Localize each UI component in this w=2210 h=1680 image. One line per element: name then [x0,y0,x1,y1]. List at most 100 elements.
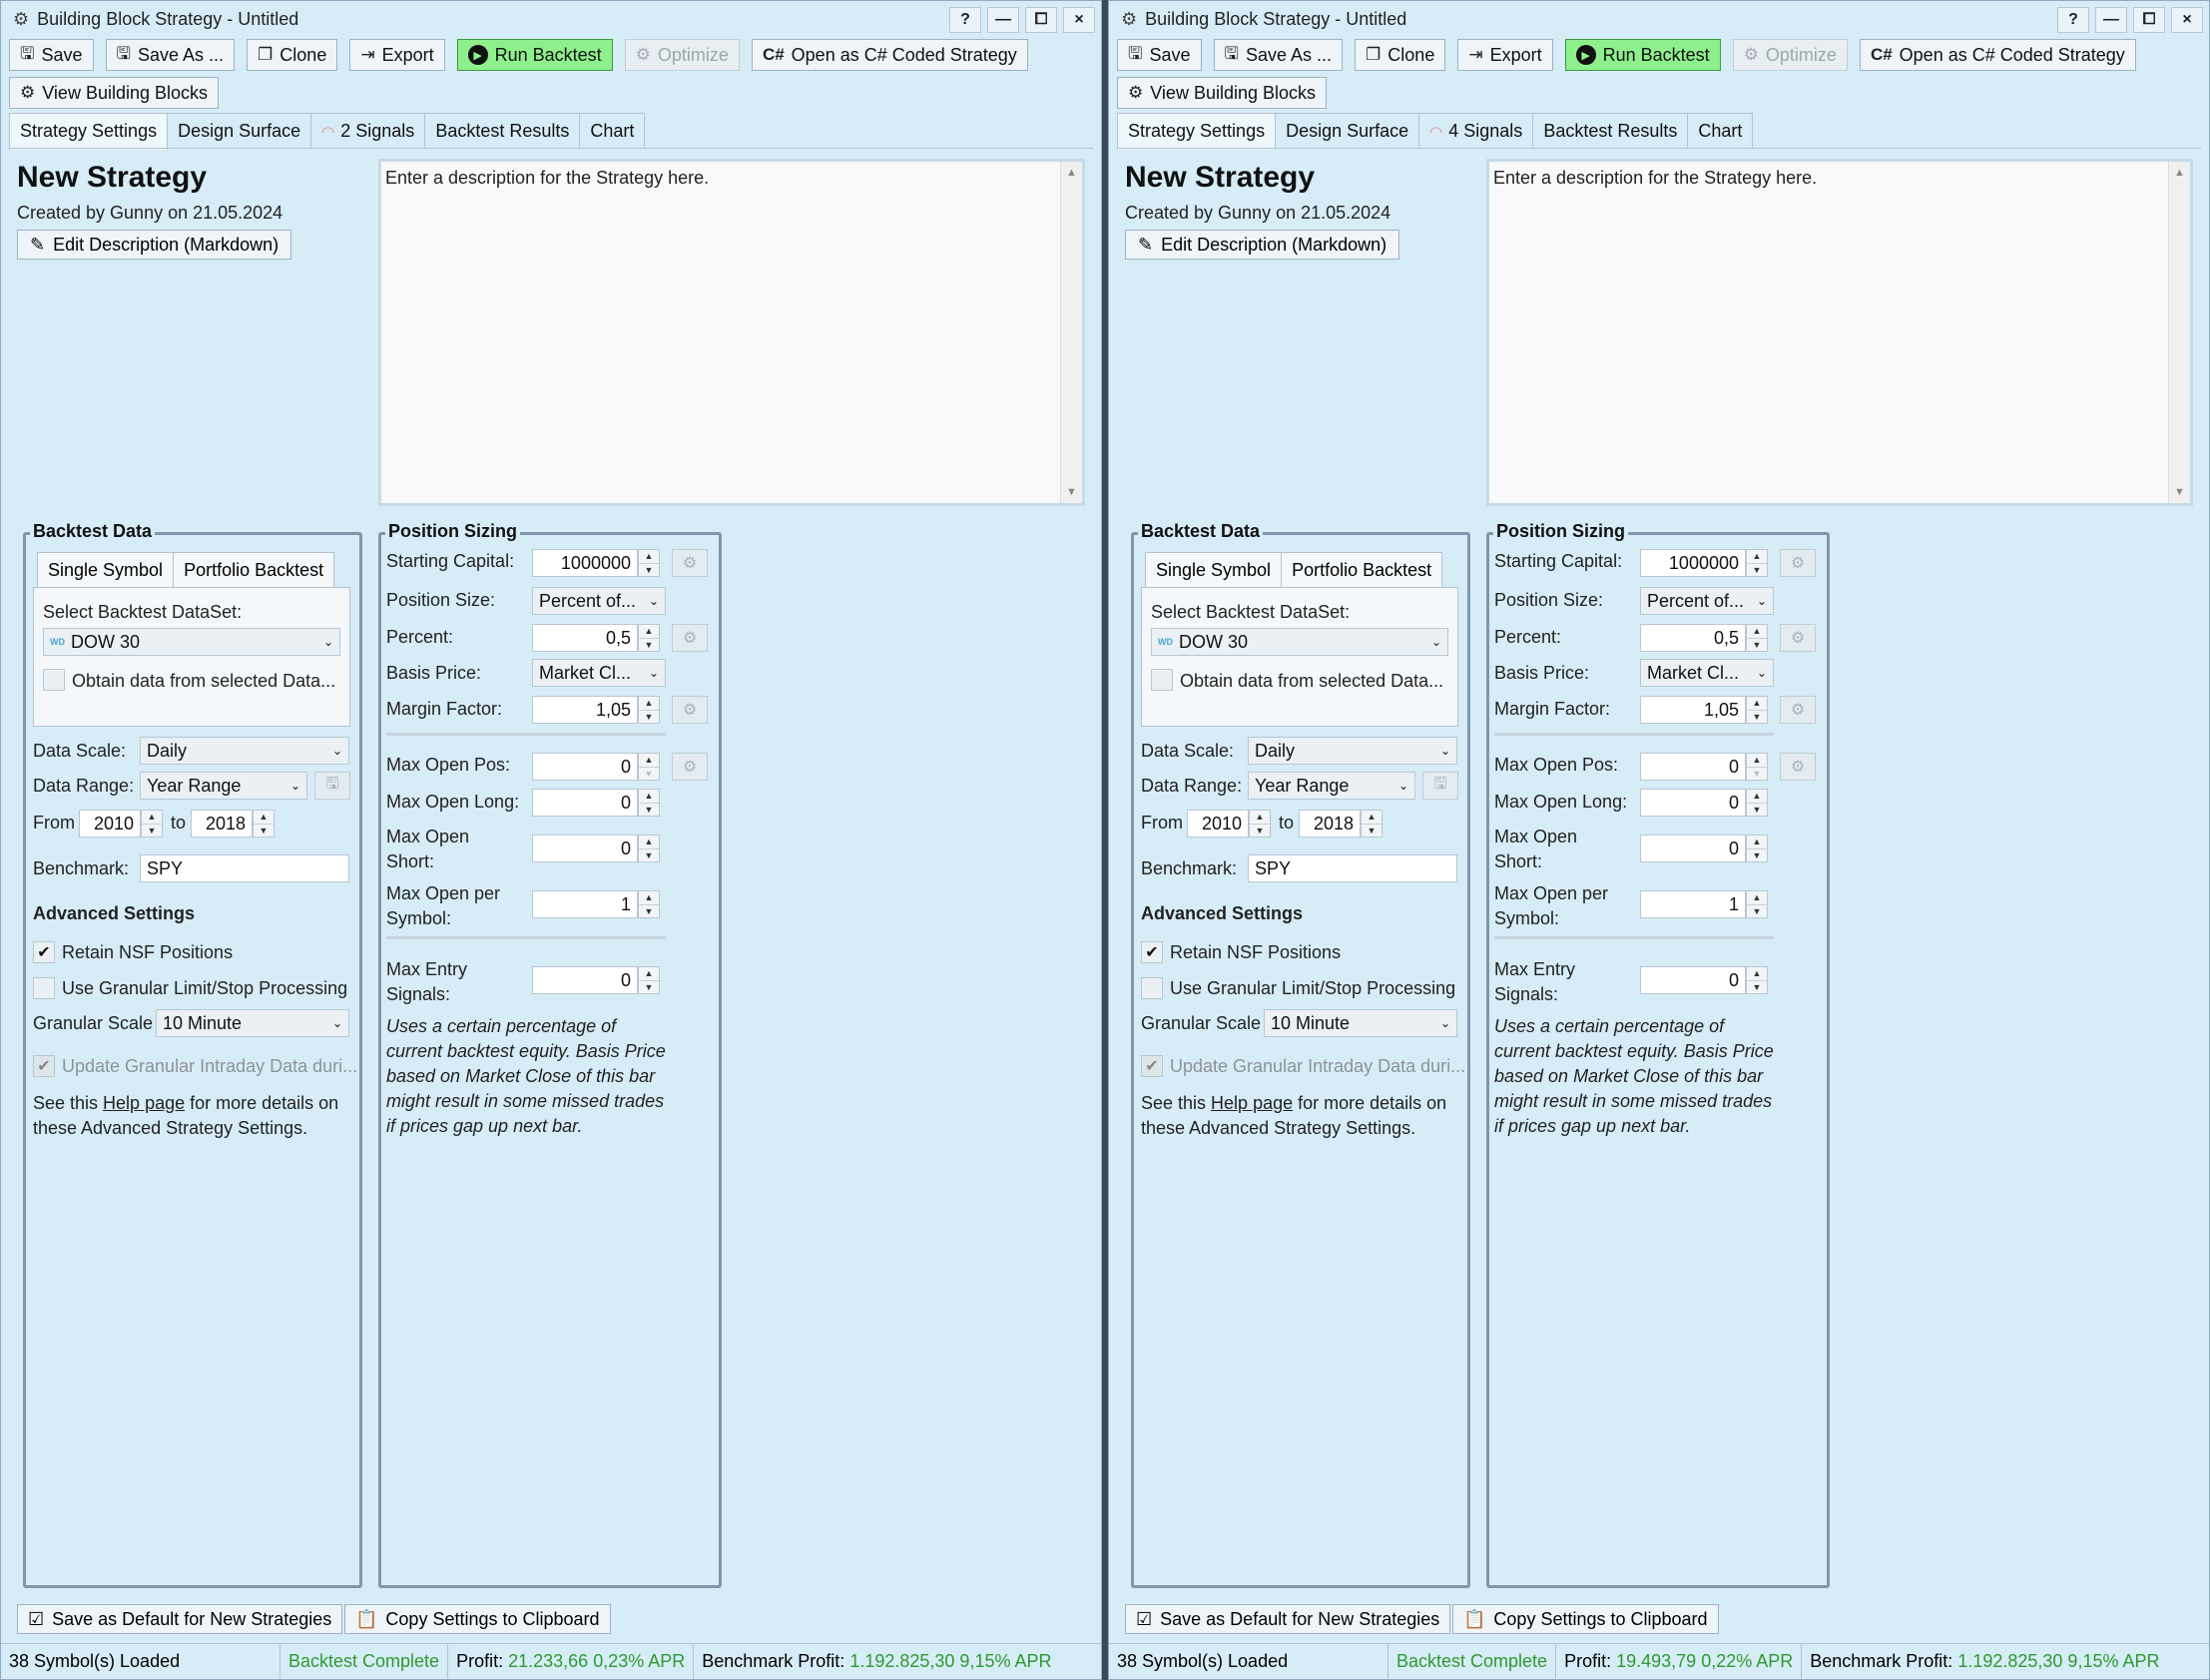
down-arrow-icon[interactable]: ▼ [1747,766,1767,781]
optimize-starting-capital-button[interactable]: ⚙ [1780,549,1816,577]
up-arrow-icon[interactable]: ▲ [1250,811,1270,824]
from-year-stepper[interactable]: ▲ ▼ [141,810,163,838]
max-open-pos-input[interactable]: 0 [1640,753,1746,781]
description-scrollbar[interactable]: ▲ ▼ [1060,162,1082,503]
max-open-long-stepper[interactable]: ▲ ▼ [1746,789,1768,817]
down-arrow-icon[interactable]: ▼ [1747,802,1767,817]
tab-chart[interactable]: Chart [579,113,646,149]
tab-signals[interactable]: ◠ 4 Signals [1418,113,1534,149]
max-open-long-input[interactable]: 0 [1640,789,1746,817]
down-arrow-icon[interactable]: ▼ [1747,709,1767,724]
up-arrow-icon[interactable]: ▲ [142,811,162,824]
benchmark-input[interactable]: SPY [1248,854,1457,882]
max-open-short-stepper[interactable]: ▲ ▼ [1746,835,1768,862]
max-open-pos-stepper[interactable]: ▲ ▼ [638,753,660,781]
up-arrow-icon[interactable]: ▲ [639,550,659,563]
down-arrow-icon[interactable]: ▼ [639,709,659,724]
maximize-button[interactable]: ⧠ [2133,7,2165,33]
percent-input[interactable]: 0,5 [532,624,638,652]
max-open-per-symbol-stepper[interactable]: ▲ ▼ [638,890,660,918]
data-range-select[interactable]: Year Range ⌄ [1248,772,1415,800]
up-arrow-icon[interactable]: ▲ [639,790,659,803]
max-open-per-symbol-input[interactable]: 1 [1640,890,1746,918]
down-arrow-icon[interactable]: ▼ [1747,562,1767,577]
view-building-blocks-button[interactable]: ⚙ View Building Blocks [9,77,220,109]
up-arrow-icon[interactable]: ▲ [1747,754,1767,767]
tab-portfolio-backtest[interactable]: Portfolio Backtest [173,552,335,588]
obtain-data-checkbox[interactable] [43,669,65,691]
title-bar[interactable]: ⚙ Building Block Strategy - Untitled ? —… [1,1,1101,37]
retain-nsf-checkbox[interactable]: ✔ [33,941,55,963]
clone-button[interactable]: ❐ Clone [1355,39,1446,71]
max-open-pos-input[interactable]: 0 [532,753,638,781]
optimize-max-open-pos-button[interactable]: ⚙ [1780,753,1816,781]
obtain-data-checkbox[interactable] [1151,669,1173,691]
down-arrow-icon[interactable]: ▼ [254,823,274,838]
up-arrow-icon[interactable]: ▲ [254,811,274,824]
down-arrow-icon[interactable]: ▼ [639,802,659,817]
save-as-button[interactable]: 🖫 Save As ... [105,39,236,71]
position-size-select[interactable]: Percent of... ⌄ [1640,587,1774,615]
optimize-button[interactable]: ⚙ Optimize [624,39,740,71]
granular-processing-checkbox[interactable] [1141,977,1163,999]
to-year-input[interactable]: 2018 [191,810,253,838]
up-arrow-icon[interactable]: ▲ [1362,811,1381,824]
tab-strategy-settings[interactable]: Strategy Settings [1117,113,1277,150]
max-open-short-stepper[interactable]: ▲ ▼ [638,835,660,862]
scroll-up-icon[interactable]: ▲ [2169,162,2190,184]
from-year-input[interactable]: 2010 [79,810,141,838]
scroll-down-icon[interactable]: ▼ [1061,481,1082,503]
down-arrow-icon[interactable]: ▼ [1747,637,1767,652]
up-arrow-icon[interactable]: ▲ [1747,836,1767,848]
up-arrow-icon[interactable]: ▲ [1747,625,1767,638]
copy-settings-button[interactable]: 📋 Copy Settings to Clipboard [344,1604,611,1634]
optimize-percent-button[interactable]: ⚙ [1780,624,1816,652]
optimize-margin-factor-button[interactable]: ⚙ [672,696,708,724]
optimize-max-open-pos-button[interactable]: ⚙ [672,753,708,781]
max-open-short-input[interactable]: 0 [1640,835,1746,862]
copy-settings-button[interactable]: 📋 Copy Settings to Clipboard [1452,1604,1719,1634]
export-button[interactable]: ⇥ Export [1457,39,1553,71]
up-arrow-icon[interactable]: ▲ [639,625,659,638]
up-arrow-icon[interactable]: ▲ [639,697,659,710]
from-year-input[interactable]: 2010 [1187,810,1249,838]
dataset-select[interactable]: WD DOW 30 ⌄ [1151,628,1448,656]
down-arrow-icon[interactable]: ▼ [639,903,659,918]
help-page-link[interactable]: Help page [103,1093,185,1113]
run-backtest-button[interactable]: ▶ Run Backtest [1564,39,1721,71]
close-button[interactable]: × [2171,7,2203,33]
starting-capital-input[interactable]: 1000000 [1640,549,1746,577]
save-range-button[interactable]: 🖫 [1422,772,1458,800]
max-open-per-symbol-stepper[interactable]: ▲ ▼ [1746,890,1768,918]
max-open-short-input[interactable]: 0 [532,835,638,862]
maximize-button[interactable]: ⧠ [1025,7,1057,33]
help-page-link[interactable]: Help page [1211,1093,1293,1113]
tab-backtest-results[interactable]: Backtest Results [424,113,581,149]
dataset-select[interactable]: WD DOW 30 ⌄ [43,628,340,656]
max-entry-signals-input[interactable]: 0 [1640,966,1746,994]
scroll-down-icon[interactable]: ▼ [2169,481,2190,503]
tab-design-surface[interactable]: Design Surface [1275,113,1420,149]
minimize-button[interactable]: — [987,7,1019,33]
up-arrow-icon[interactable]: ▲ [1747,697,1767,710]
down-arrow-icon[interactable]: ▼ [142,823,162,838]
granular-scale-select[interactable]: 10 Minute ⌄ [1264,1009,1457,1037]
tab-single-symbol[interactable]: Single Symbol [37,552,175,588]
down-arrow-icon[interactable]: ▼ [1747,903,1767,918]
edit-description-button[interactable]: ✎ Edit Description (Markdown) [17,230,292,260]
starting-capital-stepper[interactable]: ▲ ▼ [638,549,660,577]
max-entry-signals-stepper[interactable]: ▲ ▼ [1746,966,1768,994]
description-scrollbar[interactable]: ▲ ▼ [2168,162,2190,503]
margin-factor-input[interactable]: 1,05 [1640,696,1746,724]
down-arrow-icon[interactable]: ▼ [639,847,659,862]
margin-factor-stepper[interactable]: ▲ ▼ [1746,696,1768,724]
max-entry-signals-stepper[interactable]: ▲ ▼ [638,966,660,994]
down-arrow-icon[interactable]: ▼ [639,979,659,994]
open-csharp-button[interactable]: C# Open as C# Coded Strategy [1859,39,2136,71]
tab-single-symbol[interactable]: Single Symbol [1145,552,1283,588]
max-open-pos-stepper[interactable]: ▲ ▼ [1746,753,1768,781]
tab-chart[interactable]: Chart [1687,113,1754,149]
from-year-stepper[interactable]: ▲ ▼ [1249,810,1271,838]
tab-portfolio-backtest[interactable]: Portfolio Backtest [1281,552,1443,588]
starting-capital-stepper[interactable]: ▲ ▼ [1746,549,1768,577]
